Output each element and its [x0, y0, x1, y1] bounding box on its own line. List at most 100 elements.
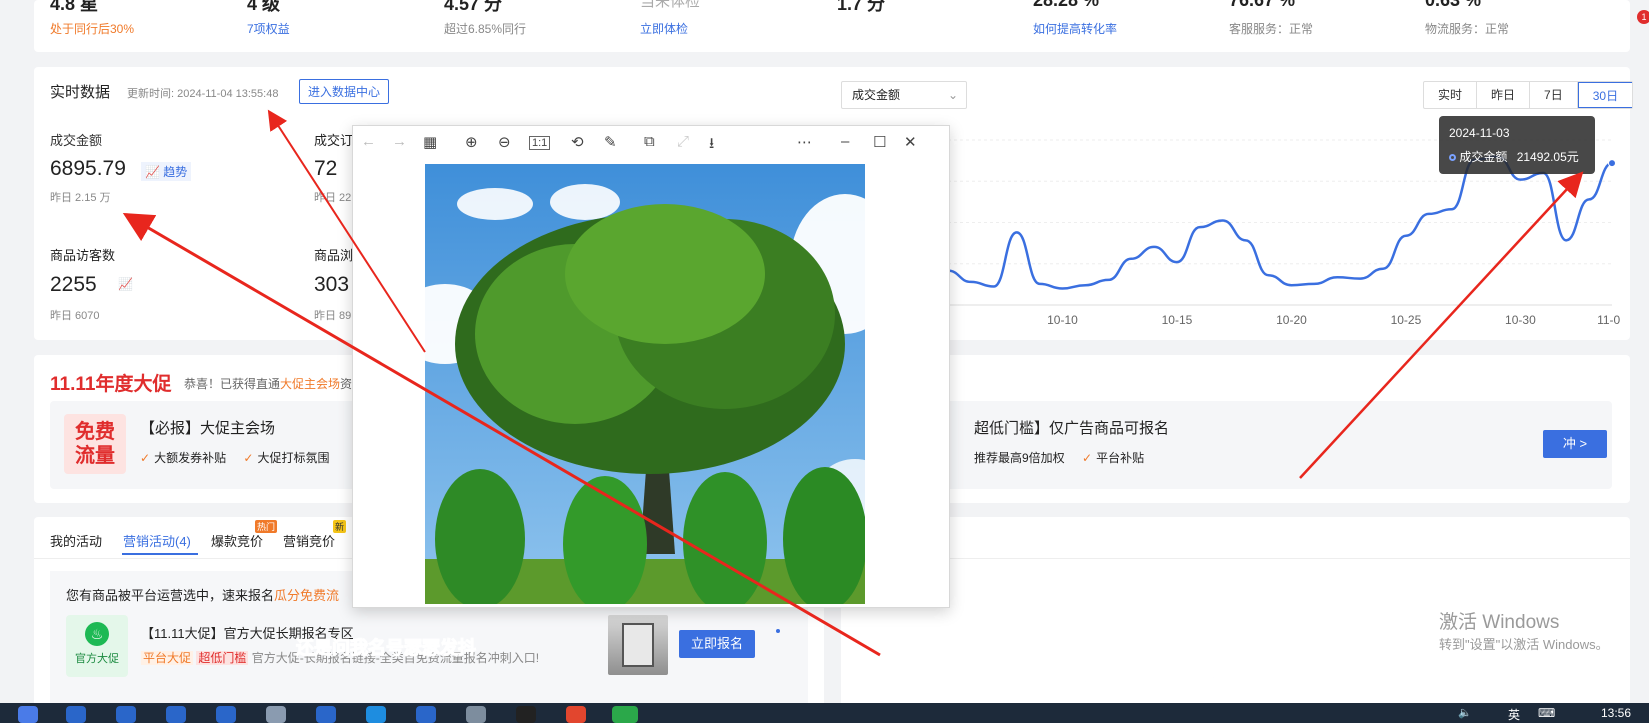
- taskbar: [0, 703, 1649, 723]
- section-title: 实时数据: [50, 84, 111, 101]
- tab-my-activity[interactable]: 我的活动: [50, 531, 102, 550]
- video-subtitle: 你说眼下不是对手: [1077, 674, 1222, 695]
- fit-icon[interactable]: ⤢: [677, 133, 689, 150]
- period-7d[interactable]: 7日: [1530, 82, 1578, 108]
- promo-points: ✓ 大额发券补贴 ✓ 大促打标氛围: [140, 449, 330, 466]
- wechat-icon[interactable]: [612, 706, 638, 723]
- keyboard-icon[interactable]: ⌨: [1538, 706, 1555, 720]
- save-icon[interactable]: ⭳: [709, 133, 714, 158]
- chart-points: [1608, 159, 1616, 168]
- go-button[interactable]: 冲 >: [1543, 430, 1607, 458]
- calculator-icon[interactable]: [466, 706, 486, 723]
- congrats-text: 恭喜！已获得直通: [184, 377, 281, 391]
- notification-badge[interactable]: 1: [1637, 10, 1649, 24]
- edge-icon[interactable]: [66, 706, 86, 723]
- carousel-dot[interactable]: [776, 629, 780, 633]
- x-tick-label: 10-25: [1391, 313, 1422, 327]
- period-yesterday[interactable]: 昨日: [1477, 82, 1531, 108]
- rotate-icon[interactable]: ⟲: [571, 133, 584, 151]
- back-icon[interactable]: ←: [361, 133, 376, 150]
- promo-congrats: 恭喜！已获得直通大促主会场资: [184, 375, 352, 392]
- metric-label: 成交订: [314, 133, 354, 148]
- volume-icon[interactable]: 🔈: [1458, 706, 1472, 719]
- metric-value: 4.57 分: [444, 0, 503, 14]
- data-center-button[interactable]: 进入数据中心: [299, 79, 390, 104]
- grid-icon[interactable]: ▦: [423, 133, 437, 151]
- maximize-icon[interactable]: ☐: [873, 133, 886, 151]
- forward-icon[interactable]: →: [392, 133, 407, 150]
- promo-item-title[interactable]: 【必报】大促主会场: [140, 417, 275, 438]
- congrats-link[interactable]: 大促主会场: [280, 377, 340, 391]
- metric-select[interactable]: 成交金额 ⌄: [841, 81, 967, 109]
- metric-label: 商品浏: [314, 248, 354, 263]
- official-promo-badge: ♨ 官方大促: [66, 615, 128, 677]
- metric-sub: 超过6.85%同行: [444, 22, 527, 36]
- data-point-highlight: [1608, 159, 1616, 168]
- metric-value: 303: [314, 273, 350, 296]
- product-thumbnail: [608, 615, 668, 675]
- metric-value: 76.67 %: [1229, 0, 1296, 10]
- free-traffic-badge: 免费 流量: [64, 414, 126, 474]
- notice-link[interactable]: 瓜分免费流: [274, 588, 339, 603]
- x-tick-label: 10-30: [1505, 313, 1536, 327]
- edge-icon[interactable]: [116, 706, 136, 723]
- file-icon[interactable]: [266, 706, 286, 723]
- clock[interactable]: 13:56: [1601, 706, 1631, 720]
- checkup-link[interactable]: 立即体检: [640, 20, 688, 37]
- edge-icon[interactable]: [166, 706, 186, 723]
- close-icon[interactable]: ✕: [904, 133, 917, 151]
- metric-value: 4.8 星: [50, 0, 99, 14]
- browser-icon[interactable]: [366, 706, 386, 723]
- metric-value: 6895.79: [50, 157, 126, 180]
- tooltip-date: 2024-11-03: [1449, 126, 1510, 140]
- notice-text: 您有商品被平台运营选中，速来报名: [66, 588, 275, 603]
- chrome-icon[interactable]: [566, 706, 586, 723]
- conversion-link[interactable]: 如何提高转化率: [1033, 20, 1117, 37]
- start-icon[interactable]: [18, 706, 38, 723]
- metric-sub[interactable]: 处于同行后30%: [50, 20, 134, 37]
- check-icon: ✓: [140, 451, 151, 465]
- image-viewer-window: ← → ▦ ⊕ ⊖ 1:1 ⟲ ✎ ⧉ ⤢ ⭳ ⋯ – ☐ ✕: [352, 125, 950, 608]
- x-axis-ticks: 10-10 10-15 10-20 10-25 10-30 11-03: [1047, 313, 1620, 327]
- zoom-out-icon[interactable]: ⊖: [498, 133, 511, 151]
- edge-icon[interactable]: [216, 706, 236, 723]
- promo-points: 推荐最高9倍加权 ✓ 平台补贴: [974, 449, 1144, 466]
- tab-hot-bidding[interactable]: 爆款竞价: [211, 531, 263, 550]
- x-tick-label: 10-10: [1047, 313, 1078, 327]
- edge-icon[interactable]: [316, 706, 336, 723]
- fire-icon: ♨: [85, 622, 109, 646]
- activity-notice: 您有商品被平台运营选中，速来报名瓜分免费流: [66, 585, 339, 604]
- video-subtitle: 还是问我名号瑟瑟发抖: [296, 638, 477, 659]
- trend-button[interactable]: 📈 趋势: [141, 162, 192, 181]
- rack-shape: [622, 623, 654, 667]
- zoom-in-icon[interactable]: ⊕: [465, 133, 478, 151]
- badge-line: 流量: [75, 445, 115, 467]
- actual-size-icon[interactable]: 1:1: [529, 136, 551, 150]
- activation-watermark-sub: 转到"设置"以激活 Windows。: [1439, 637, 1609, 652]
- edit-icon[interactable]: ✎: [604, 133, 617, 151]
- metric-sub-link[interactable]: 7项权益: [247, 20, 290, 37]
- trend-label: 趋势: [163, 165, 188, 179]
- qq-icon[interactable]: [516, 706, 536, 723]
- promo-point: 大额发券补贴: [154, 451, 227, 465]
- more-icon[interactable]: ⋯: [797, 133, 812, 151]
- ime-indicator[interactable]: 英: [1508, 706, 1520, 723]
- minimize-icon[interactable]: –: [841, 133, 849, 150]
- metric-value: 0.63 %: [1425, 0, 1482, 10]
- congrats-tail: 资: [340, 377, 353, 391]
- tab-marketing-bidding[interactable]: 营销竞价: [283, 531, 335, 550]
- active-tab-indicator: [122, 553, 198, 555]
- shop-metrics-card: 4.8 星 处于同行后30% 4 级 7项权益 4.57 分 超过6.85%同行…: [34, 0, 1630, 52]
- tree-photo: [425, 164, 865, 604]
- metric-value: 当未体检: [640, 0, 701, 10]
- promo-item-title[interactable]: 超低门槛】仅广告商品可报名: [974, 417, 1169, 438]
- chart-tooltip: 2024-11-03 成交金额 21492.05元: [1439, 116, 1595, 174]
- period-30d[interactable]: 30日: [1577, 82, 1633, 108]
- register-button[interactable]: 立即报名: [679, 630, 755, 658]
- edge-icon[interactable]: [416, 706, 436, 723]
- tab-marketing-activity[interactable]: 营销活动(4): [123, 531, 191, 550]
- period-realtime[interactable]: 实时: [1424, 82, 1478, 108]
- copy-icon[interactable]: ⧉: [644, 133, 655, 150]
- trend-icon[interactable]: 📈: [118, 277, 133, 291]
- metric-value: 1.7 分: [837, 0, 886, 14]
